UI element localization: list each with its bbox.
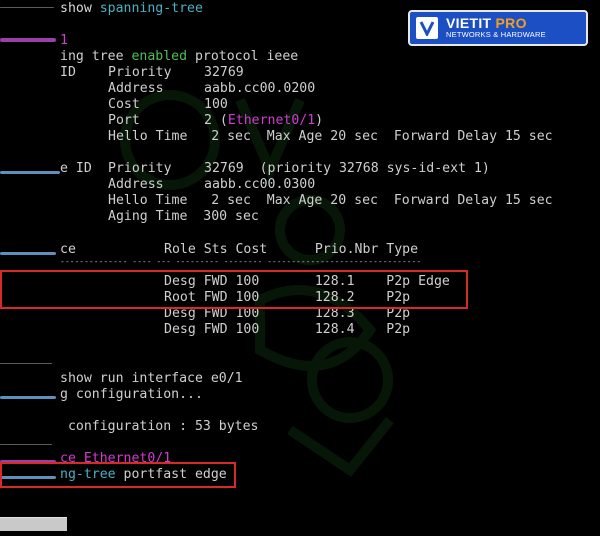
brand-name-main: VIETIT <box>446 15 492 31</box>
bridge-address-value: aabb.cc00.0300 <box>204 177 316 192</box>
root-address-label: Address <box>108 81 164 96</box>
table-headers: Role Sts Cost Prio.Nbr Type <box>164 242 419 257</box>
bridge-address-label: Address <box>108 177 164 192</box>
root-address-value: aabb.cc00.0200 <box>204 81 316 96</box>
bridge-priority-value: 32769 (priority 32768 sys-id-ext 1) <box>204 161 490 176</box>
brand-name: VIETIT PRO <box>446 16 546 30</box>
line-artifact <box>0 38 56 42</box>
scrollbar-thumb[interactable] <box>0 517 67 531</box>
line-artifact <box>0 171 60 174</box>
line-artifact <box>0 7 54 8</box>
current-configuration: configuration : 53 bytes <box>60 419 259 434</box>
line-artifact <box>0 444 52 445</box>
terminal-window[interactable]: show spanning-tree 1 ing tree enabled pr… <box>0 0 600 536</box>
root-priority-value: 32769 <box>204 65 244 80</box>
table-separator: -------------- ---- --- --------- ------… <box>60 257 422 266</box>
port-interface-name: Ethernet0/1 <box>227 113 316 128</box>
command-text: show <box>60 1 100 16</box>
table-interface-header: ce <box>60 242 76 257</box>
port-number: 2 ( <box>204 113 228 128</box>
highlight-box-ports <box>0 270 468 309</box>
bridge-aging-time: Aging Time 300 sec <box>108 209 259 224</box>
root-cost-value: 100 <box>204 97 228 112</box>
line-artifact <box>0 252 56 255</box>
command-argument: spanning-tree <box>99 1 203 16</box>
table-row: Desg FWD 100 128.4 P2p <box>164 322 411 337</box>
root-priority-label: Priority <box>108 65 172 80</box>
protocol-line: ing tree enabled protocol ieee <box>60 49 298 65</box>
line-artifact <box>0 396 56 399</box>
root-timers: Hello Time 2 sec Max Age 20 sec Forward … <box>108 129 553 144</box>
building-configuration: g configuration... <box>60 387 203 402</box>
show-spanning-tree-command: show spanning-tree <box>60 1 203 17</box>
root-port-value: 2 (Ethernet0/1) <box>204 113 323 129</box>
bridge-priority-label: Priority <box>108 161 172 176</box>
protocol-suffix: protocol ieee <box>187 49 299 64</box>
root-id-label: ID <box>60 65 76 80</box>
show-run-command: show run interface e0/1 <box>60 371 243 386</box>
brand-logo: VIETIT PRO NETWORKS & HARDWARE <box>408 10 588 46</box>
port-close: ) <box>315 113 324 128</box>
enabled-keyword: enabled <box>131 49 188 64</box>
bridge-timers: Hello Time 2 sec Max Age 20 sec Forward … <box>108 193 553 208</box>
protocol-prefix: ing tree <box>60 49 132 64</box>
v-logo-icon <box>416 17 438 39</box>
highlight-box-portfast <box>0 462 236 488</box>
root-port-label: Port <box>108 113 140 128</box>
brand-tagline: NETWORKS & HARDWARE <box>446 30 546 39</box>
root-cost-label: Cost <box>108 97 140 112</box>
bridge-id-label: e ID <box>60 161 92 176</box>
brand-name-accent: PRO <box>491 15 527 31</box>
vlan-id: 1 <box>60 33 68 48</box>
line-artifact <box>0 363 52 364</box>
